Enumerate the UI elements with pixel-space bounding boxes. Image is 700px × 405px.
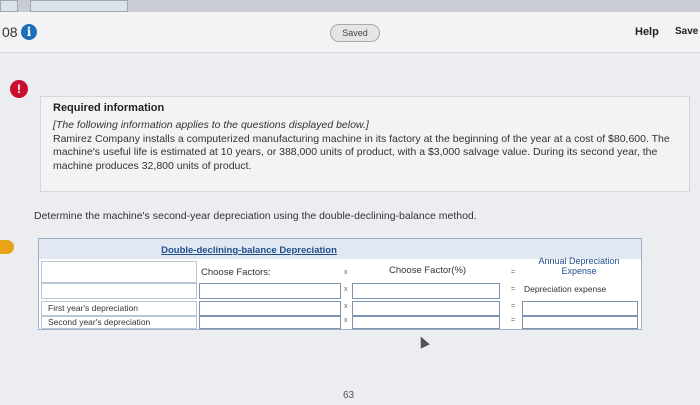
table-row: First year's depreciation — [41, 301, 197, 316]
saved-status-badge: Saved — [330, 24, 380, 42]
column-header-choose-factor-pct: Choose Factor(%) — [389, 265, 467, 276]
factor-input[interactable] — [199, 316, 341, 329]
help-link[interactable]: Help — [635, 26, 659, 38]
factor-input[interactable] — [199, 301, 341, 316]
factor-pct-input[interactable] — [352, 301, 500, 316]
equals-operator: = — [511, 303, 516, 310]
info-icon[interactable]: i — [21, 24, 37, 40]
annual-header-line-2: Expense — [561, 266, 597, 276]
equals-operator: = — [511, 269, 516, 276]
table-title: Double-declining-balance Depreciation — [161, 245, 337, 256]
column-header-annual-depreciation: Annual Depreciation Expense — [524, 256, 634, 276]
side-marker — [0, 240, 14, 254]
column-header-choose-factors: Choose Factors: — [201, 267, 271, 278]
question-number: 08 — [2, 24, 18, 40]
mouse-cursor-icon — [416, 334, 430, 349]
factor-pct-input[interactable] — [352, 283, 500, 299]
row-label-cell — [41, 283, 197, 299]
equals-operator: = — [511, 317, 516, 324]
factor-pct-input[interactable] — [352, 316, 500, 329]
save-link[interactable]: Save — [675, 26, 698, 37]
annual-header-line-1: Annual Depreciation — [538, 256, 620, 266]
required-information-title: Required information — [53, 102, 165, 114]
depreciation-expense-label: Depreciation expense — [524, 284, 607, 294]
multiply-operator: x — [344, 286, 348, 293]
required-information-panel: Required information [The following info… — [40, 96, 690, 192]
multiply-operator: x — [344, 269, 348, 276]
browser-tab[interactable] — [0, 0, 18, 12]
depreciation-table: Double-declining-balance Depreciation Ch… — [38, 238, 642, 330]
multiply-operator: x — [344, 303, 348, 310]
row-label: First year's depreciation — [48, 303, 138, 313]
page-number: 63 — [343, 390, 355, 401]
equals-operator: = — [511, 286, 516, 293]
alert-icon: ! — [10, 80, 28, 98]
annual-depreciation-input[interactable] — [522, 301, 638, 316]
required-information-text: [The following information applies to th… — [53, 119, 673, 173]
browser-tab[interactable] — [30, 0, 128, 12]
required-information-intro: [The following information applies to th… — [53, 119, 369, 131]
row-label-cell — [41, 261, 197, 283]
factor-input[interactable] — [199, 283, 341, 299]
row-label: Second year's depreciation — [48, 317, 151, 327]
multiply-operator: x — [344, 317, 348, 324]
required-information-body: Ramirez Company installs a computerized … — [53, 132, 670, 172]
browser-tab-strip — [0, 0, 700, 12]
table-row: Second year's depreciation — [41, 316, 197, 329]
question-instruction: Determine the machine's second-year depr… — [34, 210, 477, 222]
annual-depreciation-input[interactable] — [522, 316, 638, 329]
